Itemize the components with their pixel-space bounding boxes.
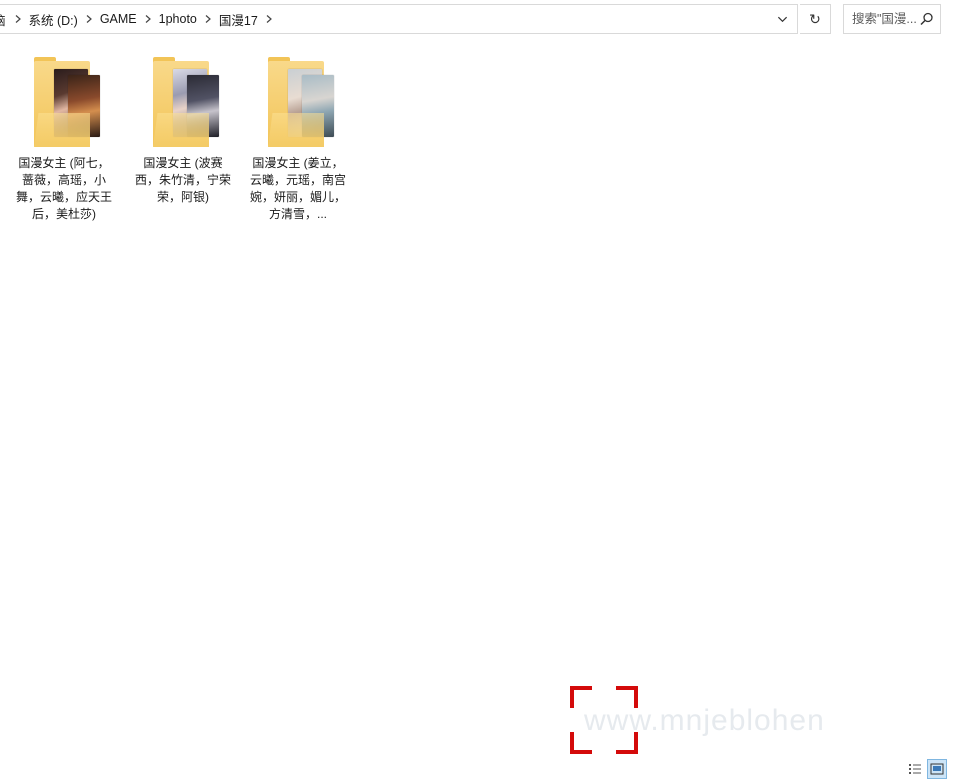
- address-history-dropdown-button[interactable]: [767, 5, 797, 33]
- folder-thumbnail: [143, 53, 223, 153]
- details-view-icon: [909, 764, 921, 774]
- file-explorer-window: 脑 系统 (D:) GAME 1photo 国漫17 ↻: [0, 0, 953, 782]
- large-icons-view-icon: [930, 763, 944, 775]
- chevron-right-icon[interactable]: [201, 12, 215, 26]
- folder-item[interactable]: 国漫女主 (阿七，蔷薇，高瑶，小舞，云曦，应天王后，美杜莎): [16, 45, 112, 225]
- breadcrumb-item-game[interactable]: GAME: [96, 12, 141, 26]
- search-icon[interactable]: [920, 12, 934, 26]
- watermark-logo: www.mnjeblohen: [568, 686, 928, 772]
- address-bar[interactable]: 脑 系统 (D:) GAME 1photo 国漫17: [0, 4, 798, 34]
- folder-grid: 国漫女主 (阿七，蔷薇，高瑶，小舞，云曦，应天王后，美杜莎) 国漫女主 (波赛西…: [0, 45, 953, 245]
- chevron-right-icon[interactable]: [82, 12, 96, 26]
- breadcrumb-item-1photo[interactable]: 1photo: [155, 12, 201, 26]
- folder-name: 国漫女主 (阿七，蔷薇，高瑶，小舞，云曦，应天王后，美杜莎): [16, 156, 113, 221]
- folder-name: 国漫女主 (姜立，云曦，元瑶，南宫婉，妍丽，媚儿，方清雪，...: [250, 156, 347, 221]
- bracket-corner-icon: [616, 686, 638, 708]
- view-toggle-group: [905, 759, 947, 781]
- chevron-right-icon[interactable]: [141, 12, 155, 26]
- breadcrumb-item-this-pc[interactable]: 脑: [0, 10, 11, 29]
- refresh-button[interactable]: ↻: [800, 4, 831, 34]
- chevron-right-icon[interactable]: [262, 12, 276, 26]
- bracket-corner-icon: [570, 732, 592, 754]
- breadcrumb-item-current-folder[interactable]: 国漫17: [215, 10, 262, 29]
- search-input[interactable]: [844, 5, 920, 33]
- chevron-down-icon: [777, 16, 787, 22]
- folder-thumbnail: [24, 53, 104, 153]
- bracket-corner-icon: [616, 732, 638, 754]
- chevron-right-icon[interactable]: [11, 12, 25, 26]
- refresh-icon: ↻: [809, 10, 821, 27]
- breadcrumb: 脑 系统 (D:) GAME 1photo 国漫17: [0, 5, 276, 33]
- bracket-corner-icon: [570, 686, 592, 708]
- folder-name: 国漫女主 (波赛西，朱竹清，宁荣荣，阿银): [135, 156, 232, 204]
- large-icons-view-button[interactable]: [927, 759, 947, 779]
- folder-item[interactable]: 国漫女主 (波赛西，朱竹清，宁荣荣，阿银): [135, 45, 231, 225]
- search-box[interactable]: [843, 4, 941, 34]
- details-view-button[interactable]: [905, 759, 925, 779]
- folder-item[interactable]: 国漫女主 (姜立，云曦，元瑶，南宫婉，妍丽，媚儿，方清雪，...: [250, 45, 346, 225]
- folder-thumbnail: [258, 53, 338, 153]
- breadcrumb-item-drive-d[interactable]: 系统 (D:): [25, 10, 82, 29]
